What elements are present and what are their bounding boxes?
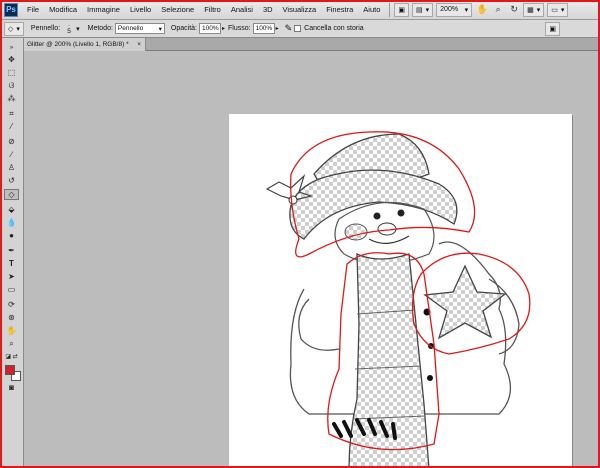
erase-to-history-label: Cancella con storia <box>304 25 364 32</box>
flow-field[interactable]: 100% <box>252 23 275 34</box>
opacity-field[interactable]: 100% <box>199 23 221 34</box>
snowman-mouth <box>368 235 410 244</box>
chevron-down-icon: ▾ <box>464 6 469 14</box>
magic-wand-tool-icon[interactable]: ⁂ <box>4 93 19 104</box>
menu-finestra[interactable]: Finestra <box>321 5 358 14</box>
3d-orbit-tool-icon[interactable]: ⊛ <box>4 312 19 323</box>
move-tool-icon[interactable]: ✥ <box>4 54 19 65</box>
launch-bridge-button[interactable]: ▣ <box>394 2 410 17</box>
menu-visualizza[interactable]: Visualizza <box>278 5 322 14</box>
view-extras-icon: ▤ <box>416 6 423 14</box>
paint-bucket-tool-icon[interactable]: ⬙ <box>4 204 19 215</box>
chevron-down-icon: ▾ <box>16 25 20 33</box>
options-bar: ◇ ▾ Pennello: · 5 ▾ Metodo: Pennello ▾ Opa… <box>0 20 600 38</box>
opacity-label: Opacità: <box>170 25 197 32</box>
brush-tool-icon[interactable]: ∕ <box>4 149 19 160</box>
brush-label: Pennello: <box>30 25 61 32</box>
healing-brush-tool-icon[interactable]: ⊘ <box>4 136 19 147</box>
hand-tool-icon[interactable]: ✋ <box>4 325 19 336</box>
view-extras-button[interactable]: ▤ ▾ <box>412 2 434 17</box>
chevron-right-icon[interactable]: ▸ <box>276 25 279 32</box>
toolbox: » ✥ ⬚ ଓ ⁂ ⌗ ⁄ ⊘ ∕ ♙ ↺ ◇ ⬙ 💧 ● ✒ T ➤ ▭ ⟳ … <box>0 38 24 468</box>
close-icon[interactable]: × <box>137 41 141 48</box>
snowman-right-eye <box>397 209 405 217</box>
quick-mask-icon[interactable]: ◙ <box>4 382 19 393</box>
brush-size-picker[interactable]: · 5 <box>62 22 76 35</box>
zoom-level-value: 200% <box>440 6 459 13</box>
chevron-down-icon: ▾ <box>158 25 162 33</box>
menu-separator <box>389 2 391 17</box>
menu-file[interactable]: File <box>22 5 44 14</box>
document-canvas[interactable] <box>229 114 572 468</box>
menu-livello[interactable]: Livello <box>125 5 156 14</box>
menu-aiuto[interactable]: Aiuto <box>358 5 385 14</box>
pen-tool-icon[interactable]: ✒ <box>4 245 19 256</box>
brush-size-value: 5 <box>67 27 71 35</box>
lasso-tool-icon[interactable]: ଓ <box>4 80 19 91</box>
eraser-tool-icon[interactable]: ◇ <box>4 189 19 200</box>
zoom-tool-icon[interactable]: ⌕ <box>4 338 19 349</box>
menu-3d[interactable]: 3D <box>258 5 278 14</box>
opacity-value: 100% <box>202 25 219 32</box>
zoom-level-dropdown[interactable]: 200% ▾ <box>436 2 473 17</box>
foreground-color-swatch[interactable] <box>5 365 15 375</box>
method-label: Metodo: <box>87 25 113 32</box>
chevron-down-icon[interactable]: ▾ <box>76 25 80 33</box>
document-tab-title: Glitter @ 200% (Livello 1, RGB/8) * <box>27 41 129 48</box>
dodge-tool-icon[interactable]: ● <box>4 230 19 241</box>
blur-tool-icon[interactable]: 💧 <box>4 217 19 228</box>
clone-stamp-tool-icon[interactable]: ♙ <box>4 162 19 173</box>
hand-tool-icon[interactable]: ✋ <box>475 3 489 17</box>
type-tool-icon[interactable]: T <box>4 258 19 269</box>
erase-to-history-checkbox[interactable] <box>294 25 302 32</box>
airbrush-icon[interactable]: ✎ <box>285 23 293 34</box>
holly-berry <box>288 195 298 205</box>
zoom-tool-icon[interactable]: ⌕ <box>491 3 505 17</box>
menu-immagine[interactable]: Immagine <box>82 5 125 14</box>
star-ornament <box>423 264 507 340</box>
chevron-down-icon: ▾ <box>536 6 541 14</box>
document-tab[interactable]: Glitter @ 200% (Livello 1, RGB/8) * × <box>24 38 146 51</box>
chevron-down-icon: ▾ <box>560 6 565 14</box>
workspace <box>24 51 600 468</box>
crop-tool-icon[interactable]: ⌗ <box>4 108 19 119</box>
menu-selezione[interactable]: Selezione <box>156 5 199 14</box>
menu-bar: Ps File Modifica Immagine Livello Selezi… <box>0 0 600 20</box>
screen-mode-button[interactable]: ▭ ▾ <box>547 2 569 17</box>
snowman-artwork <box>265 131 531 468</box>
flow-label: Flusso: <box>228 25 251 32</box>
marquee-tool-icon[interactable]: ⬚ <box>4 67 19 78</box>
method-value: Pennello <box>117 25 144 32</box>
shape-tool-icon[interactable]: ▭ <box>4 284 19 295</box>
brush-panel-button[interactable]: ▣ <box>545 21 560 36</box>
chevron-right-icon[interactable]: ▸ <box>222 25 225 32</box>
arrange-icon: ▦ <box>527 6 534 14</box>
default-colors-icon[interactable]: ◪ ⇄ <box>4 351 19 362</box>
photoshop-logo[interactable]: Ps <box>4 2 18 17</box>
toolbox-collapse-icon[interactable]: » <box>4 42 19 53</box>
menu-modifica[interactable]: Modifica <box>44 5 82 14</box>
bridge-icon: ▣ <box>398 6 406 14</box>
3d-rotate-tool-icon[interactable]: ⟳ <box>4 299 19 310</box>
eraser-icon: ◇ <box>8 25 14 33</box>
arrange-documents-button[interactable]: ▦ ▾ <box>523 2 545 17</box>
eyedropper-tool-icon[interactable]: ⁄ <box>4 121 19 132</box>
snowman-button <box>427 375 433 381</box>
scarf <box>348 252 430 468</box>
method-select[interactable]: Pennello ▾ <box>114 23 165 34</box>
flow-value: 100% <box>255 25 273 32</box>
history-brush-tool-icon[interactable]: ↺ <box>4 175 19 186</box>
menu-filtro[interactable]: Filtro <box>199 5 226 14</box>
chevron-down-icon: ▾ <box>425 6 430 14</box>
snowman-left-eye <box>373 212 381 220</box>
tool-preset-picker[interactable]: ◇ ▾ <box>4 21 24 36</box>
menu-analisi[interactable]: Analisi <box>226 5 258 14</box>
snowman-left-arm <box>298 298 340 351</box>
snowman-right-arm <box>488 278 520 355</box>
screen-mode-icon: ▭ <box>551 6 558 14</box>
brush-panel-icon: ▣ <box>549 25 556 33</box>
path-selection-tool-icon[interactable]: ➤ <box>4 271 19 282</box>
rotate-view-icon[interactable]: ↻ <box>507 3 521 17</box>
document-tab-bar: Glitter @ 200% (Livello 1, RGB/8) * × <box>24 38 600 51</box>
